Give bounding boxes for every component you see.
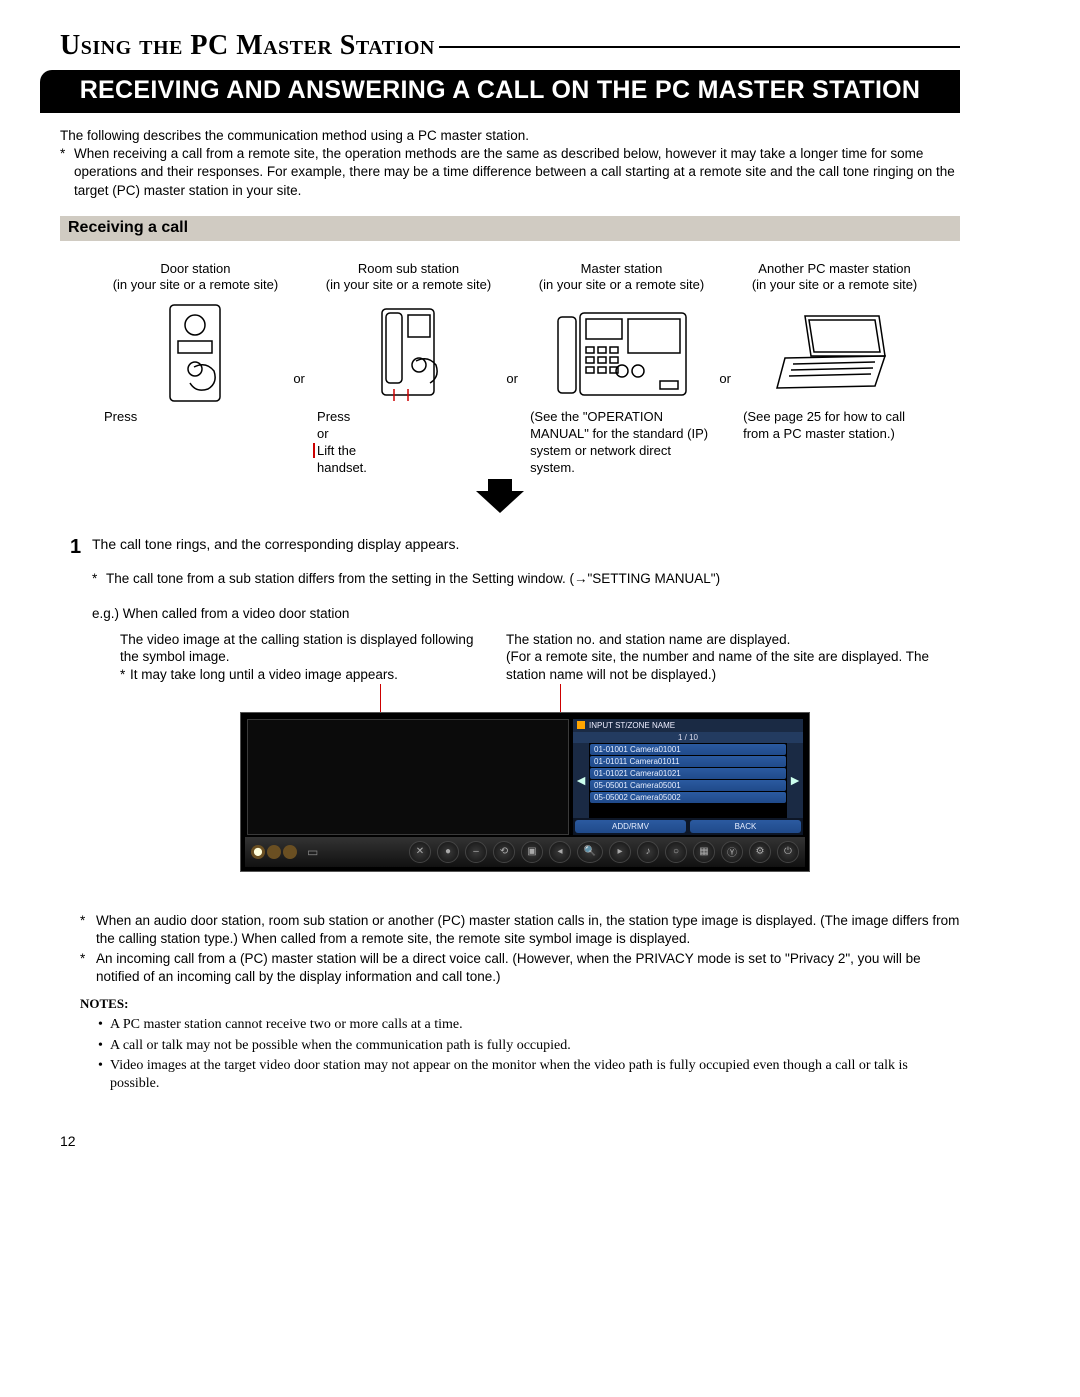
laptop-illustration <box>739 303 930 403</box>
round-button[interactable]: ▸ <box>609 841 631 863</box>
round-button[interactable]: ♪ <box>637 841 659 863</box>
step-subnote: The call tone from a sub station differs… <box>106 571 720 586</box>
station-room: Room sub station (in your site or a remo… <box>313 261 504 479</box>
station-list: 01-01001 Camera01001 01-01011 Camera0101… <box>589 743 787 818</box>
list-item[interactable]: 05-05002 Camera05002 <box>590 792 786 803</box>
step-text: The call tone rings, and the correspondi… <box>92 536 960 559</box>
example-line: e.g.) When called from a video door stat… <box>92 606 960 621</box>
book-icon[interactable]: ▭ <box>307 845 318 859</box>
post-note-2: An incoming call from a (PC) master stat… <box>96 950 960 986</box>
station-door-sub: (in your site or a remote site) <box>100 277 291 293</box>
station-room-sub: (in your site or a remote site) <box>313 277 504 293</box>
round-button[interactable]: ⏻ <box>777 841 799 863</box>
callout-right-1: The station no. and station name are dis… <box>506 631 960 649</box>
callout-leader-lines <box>120 684 960 712</box>
round-button[interactable]: ✕ <box>409 841 431 863</box>
or-separator-2: or <box>506 371 518 387</box>
list-next-button[interactable]: ► <box>787 743 803 818</box>
pc-action: (See page 25 for how to call from a PC m… <box>739 409 930 479</box>
page-number: 12 <box>60 1133 960 1149</box>
intro-line-1: The following describes the communicatio… <box>60 127 960 145</box>
title-rule <box>439 46 960 48</box>
station-pc-name: Another PC master station <box>739 261 930 277</box>
tab-icon[interactable] <box>267 845 281 859</box>
station-master-name: Master station <box>526 261 717 277</box>
round-button[interactable]: ● <box>437 841 459 863</box>
add-rmv-button[interactable]: ADD/RMV <box>575 820 686 833</box>
station-list-panel: INPUT ST/ZONE NAME 1 / 10 ◄ 01-01001 Cam… <box>573 719 803 835</box>
step-number: 1 <box>70 536 92 559</box>
down-arrow-icon <box>40 479 960 516</box>
round-button[interactable]: ▦ <box>693 841 715 863</box>
list-item[interactable]: 01-01001 Camera01001 <box>590 744 786 755</box>
station-master: Master station (in your site or a remote… <box>526 261 717 479</box>
list-item[interactable]: 01-01011 Camera01011 <box>590 756 786 767</box>
list-item[interactable]: 05-05001 Camera05001 <box>590 780 786 791</box>
note-item: Video images at the target video door st… <box>110 1057 930 1093</box>
back-button[interactable]: BACK <box>690 820 801 833</box>
station-master-sub: (in your site or a remote site) <box>526 277 717 293</box>
note-item: A call or talk may not be possible when … <box>110 1037 571 1055</box>
station-door-name: Door station <box>100 261 291 277</box>
intro-line-2: When receiving a call from a remote site… <box>74 145 960 200</box>
callout-left-1: The video image at the calling station i… <box>120 631 480 666</box>
toolbar-tabs: ⬤ <box>251 845 297 859</box>
room-action-lift: Lift the <box>317 443 356 458</box>
stations-row: Door station (in your site or a remote s… <box>100 261 930 479</box>
master-station-illustration <box>526 303 717 403</box>
room-action-press: Press <box>317 409 500 426</box>
door-action: Press <box>104 409 137 424</box>
round-button[interactable]: ○ <box>665 841 687 863</box>
asterisk: * <box>60 145 74 200</box>
subheading-bar: Receiving a call <box>60 216 960 241</box>
post-note-1: When an audio door station, room sub sta… <box>96 912 960 948</box>
page-title: Using the PC Master Station <box>60 30 435 62</box>
note-item: A PC master station cannot receive two o… <box>110 1016 463 1034</box>
station-pc-sub: (in your site or a remote site) <box>739 277 930 293</box>
callout-left-2: It may take long until a video image app… <box>130 666 398 684</box>
callout-right-2: (For a remote site, the number and name … <box>506 648 960 683</box>
round-button[interactable]: ⟲ <box>493 841 515 863</box>
list-item[interactable]: 01-01021 Camera01021 <box>590 768 786 779</box>
notes-heading: NOTES: <box>80 996 960 1012</box>
round-button[interactable]: ◂ <box>549 841 571 863</box>
tab-icon[interactable] <box>283 845 297 859</box>
or-separator-1: or <box>293 371 305 387</box>
tab-icon[interactable]: ⬤ <box>251 845 265 859</box>
station-door: Door station (in your site or a remote s… <box>100 261 291 479</box>
video-area <box>247 719 569 835</box>
or-separator-3: or <box>719 371 731 387</box>
round-button[interactable]: ▣ <box>521 841 543 863</box>
step-1: 1 The call tone rings, and the correspon… <box>70 536 960 559</box>
list-header: INPUT ST/ZONE NAME <box>573 719 803 732</box>
room-station-illustration <box>313 303 504 403</box>
room-action-or: or <box>317 426 500 443</box>
toolbar: ⬤ ▭ ✕ ● – ⟲ ▣ ◂ 🔍 ▸ ♪ ○ ▦ Ⓨ ⚙ ⏻ <box>245 837 805 867</box>
asterisk: * <box>92 571 106 586</box>
station-room-name: Room sub station <box>313 261 504 277</box>
door-station-illustration <box>100 303 291 403</box>
round-button[interactable]: – <box>465 841 487 863</box>
notes-list: •A PC master station cannot receive two … <box>98 1016 930 1093</box>
section-bar: RECEIVING AND ANSWERING A CALL ON THE PC… <box>40 70 960 113</box>
round-button[interactable]: 🔍 <box>577 841 603 863</box>
master-action: (See the "OPERATION MANUAL" for the stan… <box>526 409 717 479</box>
list-prev-button[interactable]: ◄ <box>573 743 589 818</box>
pc-software-screenshot: INPUT ST/ZONE NAME 1 / 10 ◄ 01-01001 Cam… <box>240 712 810 872</box>
room-action-handset: handset. <box>317 460 500 477</box>
round-button[interactable]: ⚙ <box>749 841 771 863</box>
round-button[interactable]: Ⓨ <box>721 841 743 863</box>
station-pc: Another PC master station (in your site … <box>739 261 930 479</box>
page-indicator: 1 / 10 <box>573 732 803 743</box>
